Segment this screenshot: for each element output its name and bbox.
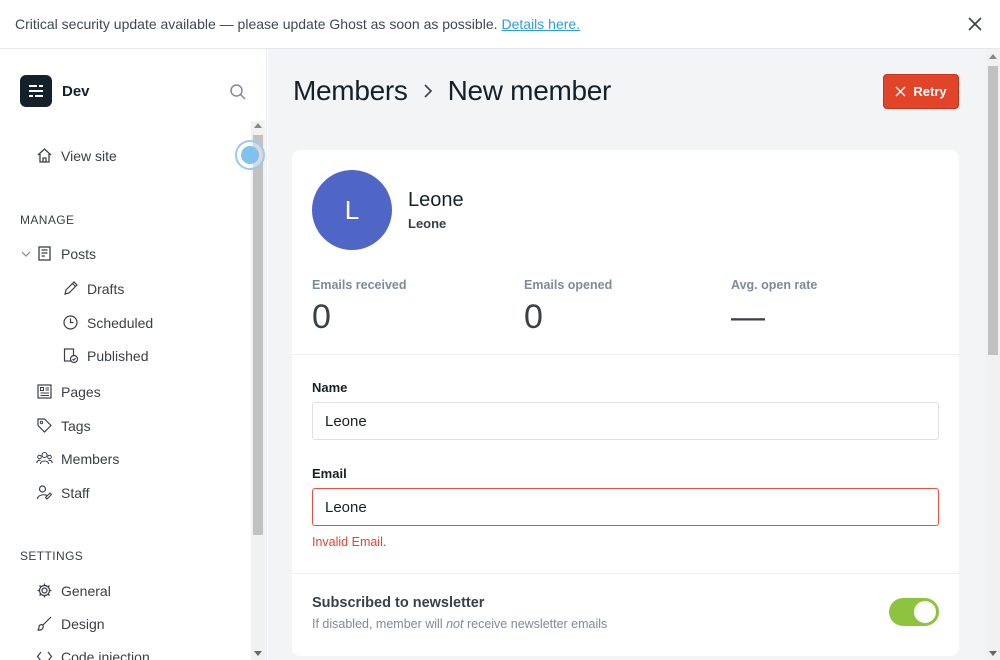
published-icon	[63, 348, 79, 364]
nav-code-injection[interactable]: Code injection	[36, 648, 150, 660]
stat-value: —	[731, 298, 765, 336]
sidebar-scrollbar[interactable]	[251, 121, 265, 660]
nav-published[interactable]: Published	[62, 347, 149, 364]
nav-members[interactable]: Members	[36, 450, 119, 467]
scroll-down-arrow-icon[interactable]	[254, 651, 262, 656]
scroll-down-arrow-icon[interactable]	[989, 651, 997, 656]
staff-icon	[36, 485, 53, 500]
chevron-right-icon	[424, 84, 432, 98]
clock-icon	[63, 315, 78, 330]
code-icon	[36, 651, 53, 660]
breadcrumb-members[interactable]: Members	[293, 75, 408, 107]
stat-label: Avg. open rate	[731, 278, 818, 292]
stat-avg-open-rate: Avg. open rate —	[731, 278, 817, 337]
nav-code-injection-label: Code injection	[61, 648, 150, 660]
members-icon	[36, 451, 53, 465]
stat-label: Emails opened	[524, 278, 613, 292]
nav-posts[interactable]: Posts	[36, 245, 96, 262]
gear-icon	[37, 583, 52, 598]
nav-design-label: Design	[61, 615, 105, 632]
security-alert-banner: Critical security update available — ple…	[0, 0, 1000, 49]
name-input-value: Leone	[325, 412, 367, 430]
breadcrumb-current: New member	[447, 75, 612, 106]
scroll-up-arrow-icon[interactable]	[254, 123, 262, 128]
nav-design[interactable]: Design	[36, 615, 105, 632]
nav-pages-label: Pages	[61, 383, 101, 400]
breadcrumb: Members New member	[293, 75, 611, 107]
sidebar: Dev View site MANAGE Posts Drafts Schedu…	[0, 49, 267, 660]
pencil-icon	[64, 281, 78, 295]
posts-icon	[38, 246, 51, 261]
newsletter-desc-suffix: receive newsletter emails	[466, 617, 608, 631]
member-name: Leone	[408, 189, 464, 211]
home-icon	[37, 148, 52, 163]
stat-emails-opened: Emails opened 0	[524, 278, 612, 337]
cursor-indicator	[235, 140, 265, 170]
nav-scheduled[interactable]: Scheduled	[62, 314, 153, 331]
toggle-knob	[914, 601, 936, 623]
name-input[interactable]: Leone	[312, 402, 939, 440]
nav-staff[interactable]: Staff	[36, 484, 90, 501]
nav-drafts-label: Drafts	[87, 280, 125, 297]
avatar: L	[312, 170, 392, 250]
divider	[292, 573, 959, 574]
stat-emails-received: Emails received 0	[312, 278, 407, 337]
close-icon[interactable]	[967, 16, 983, 32]
nav-view-site-label: View site	[61, 147, 117, 164]
nav-posts-label: Posts	[61, 245, 97, 262]
nav-view-site[interactable]: View site	[36, 147, 117, 164]
sidebar-scroll-thumb[interactable]	[253, 135, 263, 535]
nav-tags-label: Tags	[61, 417, 91, 434]
page-scrollbar[interactable]	[986, 49, 1000, 660]
pages-icon	[37, 384, 52, 399]
stat-value: 0	[312, 298, 331, 336]
newsletter-title: Subscribed to newsletter	[312, 595, 485, 611]
email-input-value: Leone	[325, 498, 367, 516]
site-brand[interactable]: Dev	[20, 75, 90, 107]
retry-button[interactable]: Retry	[883, 74, 959, 109]
nav-drafts[interactable]: Drafts	[62, 280, 124, 297]
email-label: Email	[312, 466, 347, 481]
close-icon	[895, 86, 906, 97]
nav-pages[interactable]: Pages	[36, 383, 101, 400]
site-logo-icon	[20, 75, 52, 107]
stat-value: 0	[524, 298, 543, 336]
divider	[292, 354, 959, 355]
name-label: Name	[312, 380, 348, 395]
site-name: Dev	[62, 82, 90, 100]
page-scroll-thumb[interactable]	[988, 66, 998, 355]
nav-tags[interactable]: Tags	[36, 417, 91, 434]
member-card: L Leone Leone Emails received 0 Emails o…	[292, 150, 959, 656]
email-input[interactable]: Leone	[312, 488, 939, 526]
alert-message: Critical security update available — ple…	[15, 16, 498, 32]
tag-icon	[37, 418, 52, 433]
nav-general-label: General	[61, 582, 111, 599]
nav-general[interactable]: General	[36, 582, 111, 599]
nav-staff-label: Staff	[61, 484, 90, 501]
newsletter-desc-prefix: If disabled, member will	[312, 617, 443, 631]
stat-label: Emails received	[312, 278, 407, 292]
scroll-up-arrow-icon[interactable]	[989, 54, 997, 59]
newsletter-desc-emphasis: not	[446, 617, 464, 631]
member-subtitle: Leone	[408, 216, 447, 231]
chevron-down-icon[interactable]	[21, 249, 31, 259]
email-error: Invalid Email.	[312, 535, 387, 549]
nav-published-label: Published	[87, 347, 149, 364]
alert-details-link[interactable]: Details here.	[502, 16, 581, 32]
newsletter-toggle[interactable]	[889, 598, 939, 626]
retry-label: Retry	[913, 84, 947, 99]
search-icon[interactable]	[229, 83, 247, 101]
settings-section-title: SETTINGS	[20, 549, 84, 563]
newsletter-description: If disabled, member will not receive new…	[312, 617, 607, 631]
brush-icon	[37, 616, 52, 631]
nav-members-label: Members	[61, 450, 120, 467]
main-content: Members New member Retry L Leone Leone E…	[268, 49, 986, 660]
nav-scheduled-label: Scheduled	[87, 314, 154, 331]
manage-section-title: MANAGE	[20, 213, 75, 227]
